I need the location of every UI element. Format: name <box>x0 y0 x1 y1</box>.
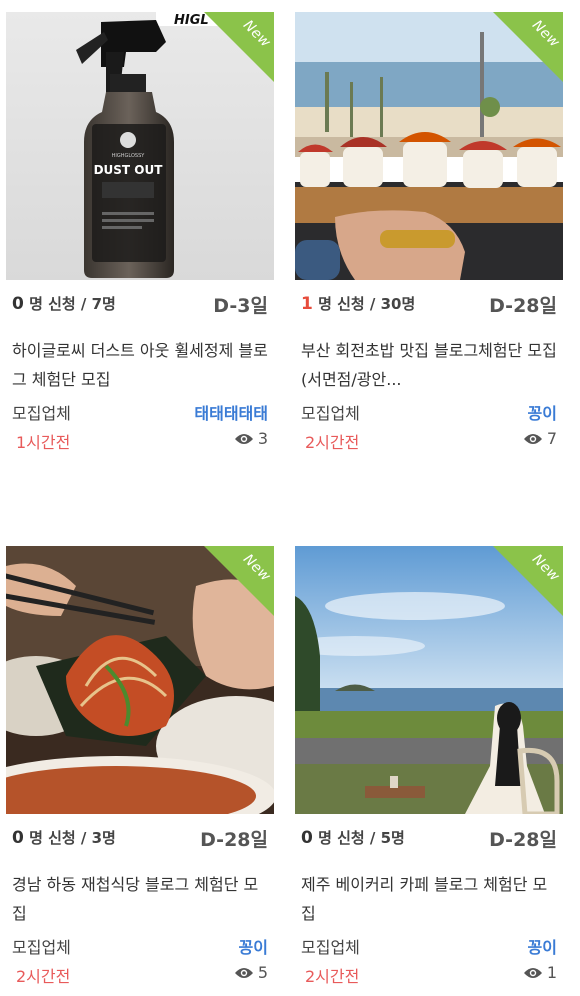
campaign-stats: 1 명 신청 / 30명 D-28일 <box>295 280 563 328</box>
eye-icon <box>523 433 542 444</box>
company-label: 모집업체 <box>12 404 71 423</box>
view-count: 1 <box>523 963 557 982</box>
eye-icon <box>234 967 253 978</box>
company-label: 모집업체 <box>12 938 71 957</box>
campaign-title[interactable]: 하이글로씨 더스트 아웃 휠세정제 블로그 체험단 모집 <box>6 336 274 394</box>
campaign-card[interactable]: New 0 명 신청 / 3명 D-28일 경남 하동 재첩식당 블로그 체험단… <box>6 546 274 988</box>
campaign-thumbnail[interactable]: New <box>295 12 563 280</box>
applicant-count: 0 명 신청 / 5명 <box>301 828 405 848</box>
campaign-card[interactable]: New 1 명 신청 / 30명 D-28일 부산 회전초밥 맛집 블로그체험단… <box>295 12 563 454</box>
campaign-card[interactable]: HIGL HIGHGLOSSY DUST OUT New 0 명 신청 / 7명… <box>6 12 274 454</box>
applicant-count: 0 명 신청 / 3명 <box>12 828 116 848</box>
applicant-count: 1 명 신청 / 30명 <box>301 294 416 314</box>
campaign-grid: HIGL HIGHGLOSSY DUST OUT New 0 명 신청 / 7명… <box>0 0 580 996</box>
deadline-badge: D-28일 <box>489 829 557 851</box>
company-label: 모집업체 <box>301 404 360 423</box>
posted-time: 2시간전 <box>16 967 71 986</box>
campaign-thumbnail[interactable]: HIGL HIGHGLOSSY DUST OUT New <box>6 12 274 280</box>
svg-text:DUST OUT: DUST OUT <box>94 163 164 177</box>
campaign-thumbnail[interactable]: New <box>6 546 274 814</box>
view-count: 7 <box>523 429 557 448</box>
deadline-badge: D-3일 <box>213 295 268 317</box>
company-name[interactable]: 꽁이 <box>528 934 557 958</box>
campaign-thumbnail[interactable]: New <box>295 546 563 814</box>
company-label: 모집업체 <box>301 938 360 957</box>
eye-icon <box>523 967 542 978</box>
posted-time: 2시간전 <box>305 967 360 986</box>
campaign-stats: 0 명 신청 / 3명 D-28일 <box>6 814 274 862</box>
posted-time: 2시간전 <box>305 433 360 452</box>
deadline-badge: D-28일 <box>489 295 557 317</box>
company-name[interactable]: 꽁이 <box>528 400 557 424</box>
applicant-count: 0 명 신청 / 7명 <box>12 294 116 314</box>
campaign-title[interactable]: 제주 베이커리 카페 블로그 체험단 모집 <box>295 870 563 928</box>
company-name[interactable]: 태태태태태 <box>194 400 268 424</box>
view-count: 3 <box>234 429 268 448</box>
campaign-title[interactable]: 경남 하동 재첩식당 블로그 체험단 모집 <box>6 870 274 928</box>
campaign-stats: 0 명 신청 / 5명 D-28일 <box>295 814 563 862</box>
company-name[interactable]: 꽁이 <box>239 934 268 958</box>
posted-time: 1시간전 <box>16 433 71 452</box>
campaign-stats: 0 명 신청 / 7명 D-3일 <box>6 280 274 328</box>
view-count: 5 <box>234 963 268 982</box>
campaign-title[interactable]: 부산 회전초밥 맛집 블로그체험단 모집 (서면점/광안... <box>295 336 563 394</box>
eye-icon <box>234 433 253 444</box>
campaign-card[interactable]: New 0 명 신청 / 5명 D-28일 제주 베이커리 카페 블로그 체험단… <box>295 546 563 988</box>
deadline-badge: D-28일 <box>200 829 268 851</box>
svg-text:HIGHGLOSSY: HIGHGLOSSY <box>112 153 146 159</box>
